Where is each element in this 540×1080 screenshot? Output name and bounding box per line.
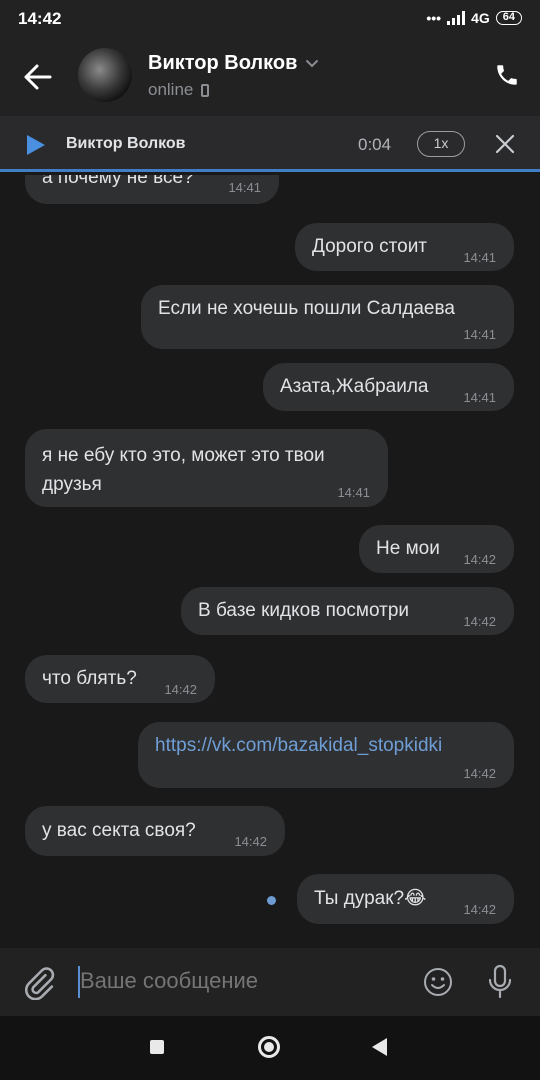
message-incoming[interactable]: я не ебу кто это, может это твои друзья … [25,429,388,507]
message-time: 14:42 [463,766,496,781]
message-time: 14:42 [234,834,267,849]
status-time: 14:42 [18,9,62,28]
system-nav-bar [0,1016,540,1080]
avatar[interactable] [78,48,132,102]
chat-header: Виктор Волков online [0,38,540,116]
message-time: 14:41 [228,180,261,195]
unread-indicator [267,896,276,905]
status-bar: 14:42 ••• 4G 64 [0,0,540,38]
message-text: у вас секта своя? [42,820,196,841]
contact-status: online [148,80,194,99]
message-outgoing[interactable]: Дорого стоит 14:41 [295,223,514,271]
message-text: что блять? [42,668,137,689]
message-composer [0,948,540,1016]
audio-player-bar: Виктор Волков 0:04 1x [0,116,540,172]
message-link[interactable]: https://vk.com/bazakidal_stopkidki [155,735,442,757]
network-type: 4G [471,10,490,26]
back-button[interactable] [372,1038,387,1056]
message-outgoing[interactable]: Не мои 14:42 [359,525,514,573]
message-text: Не мои [376,538,440,559]
battery-icon: 64 [495,11,522,25]
message-text-line-1: я не ебу кто это, может это твои [42,445,325,466]
message-text: Азата,Жабраила [280,376,429,397]
contact-name: Виктор Волков [148,52,298,74]
message-text: В базе кидков посмотри [198,600,410,621]
status-icons: ••• 4G 64 [426,10,522,26]
player-title[interactable]: Виктор Волков [66,135,186,153]
player-time: 0:04 [358,135,392,154]
message-incoming[interactable]: что блять? 14:42 [25,655,215,703]
message-time: 14:42 [463,552,496,567]
message-text: Дорого стоит [312,236,428,257]
chevron-down-icon [306,59,319,67]
recents-button[interactable] [150,1040,164,1054]
message-time: 14:41 [463,327,496,342]
message-input[interactable] [80,968,400,994]
dots-icon: ••• [426,10,442,26]
microphone-icon[interactable] [486,964,514,1000]
back-arrow-icon[interactable] [22,62,54,92]
message-time: 14:42 [463,614,496,629]
phone-call-icon[interactable] [494,62,520,88]
message-incoming[interactable]: у вас секта своя? 14:42 [25,806,285,856]
contact-status-row: online [148,80,210,100]
message-time: 14:41 [337,485,370,500]
paperclip-icon[interactable] [22,966,56,1000]
message-outgoing[interactable]: https://vk.com/bazakidal_stopkidki 14:42 [138,722,514,788]
message-incoming[interactable]: а почему не все? 14:41 [25,175,279,204]
mobile-icon [201,83,210,97]
play-icon[interactable] [26,134,46,156]
message-time: 14:41 [463,390,496,405]
playback-speed-button[interactable]: 1x [417,131,465,157]
message-time: 14:42 [164,682,197,697]
message-outgoing[interactable]: Если не хочешь пошли Салдаева 14:41 [141,285,514,349]
home-button[interactable] [258,1036,280,1058]
message-text-line-2: друзья [42,474,102,495]
message-time: 14:42 [463,902,496,917]
message-outgoing[interactable]: В базе кидков посмотри 14:42 [181,587,514,635]
signal-icon [447,11,466,25]
message-text: Если не хочешь пошли Салдаева [158,298,455,319]
message-list[interactable]: а почему не все? 14:41 Дорого стоит 14:4… [0,175,540,947]
message-outgoing[interactable]: Азата,Жабраила 14:41 [263,363,514,411]
message-time: 14:41 [463,250,496,265]
message-text: Ты дурак?😂 [314,888,427,909]
contact-name-row[interactable]: Виктор Волков [148,52,319,75]
emoji-icon[interactable] [422,966,454,998]
close-icon[interactable] [495,134,515,154]
message-text: а почему не все? [42,175,194,188]
message-outgoing[interactable]: Ты дурак?😂 14:42 [297,874,514,924]
